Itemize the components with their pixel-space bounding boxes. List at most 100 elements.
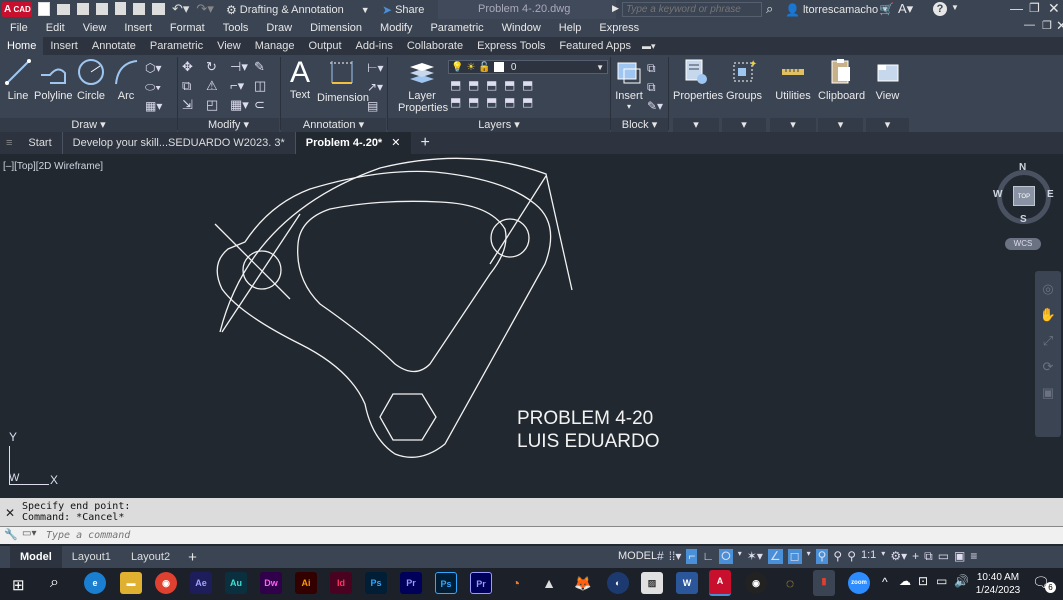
ortho-icon[interactable]: ∟ [702, 549, 714, 564]
user-account[interactable]: 👤 ltorrescamacho ▼ [785, 2, 889, 17]
offset-icon[interactable]: ⊂ [254, 97, 278, 113]
zoom-extents-icon[interactable]: ⤢ [1043, 333, 1053, 349]
menu-parametric[interactable]: Parametric [420, 22, 491, 34]
layer-tool-9-icon[interactable]: ⬒ [504, 95, 522, 109]
photos-icon[interactable]: ▨ [641, 572, 663, 594]
scale-dropdown-icon[interactable]: ▾ [881, 549, 885, 564]
trim-icon[interactable]: ⊣▾ [230, 59, 254, 75]
add-layout-icon[interactable]: + [180, 549, 205, 566]
doc-close-icon[interactable]: ✕ [1046, 18, 1063, 34]
compass-east[interactable]: E [1047, 189, 1054, 200]
zoom-icon[interactable]: zoom [848, 572, 870, 594]
menu-hamburger-icon[interactable]: ≡ [0, 137, 18, 149]
menu-express[interactable]: Express [589, 22, 647, 34]
close-tab-icon[interactable]: ✕ [391, 137, 400, 149]
network-icon[interactable]: ▭ [936, 574, 947, 588]
clipboard-expand-icon[interactable]: ▾ [818, 118, 863, 132]
command-input[interactable] [46, 528, 1046, 543]
autoscale-icon[interactable]: ⚲ [833, 549, 842, 564]
indesign-icon[interactable]: Id [330, 572, 352, 594]
compass-north[interactable]: N [1019, 162, 1026, 173]
menu-file[interactable]: File [0, 22, 36, 34]
clipboard-panel[interactable]: Clipboard ▾ [818, 55, 865, 132]
polygon-icon[interactable]: ⬡▾ [145, 59, 175, 78]
illustrator-icon[interactable]: Ai [295, 572, 317, 594]
block-attributes-icon[interactable]: ✎▾ [647, 97, 663, 116]
app-running-icon[interactable]: ▮ [813, 570, 835, 596]
app-logo[interactable]: A CAD [2, 2, 32, 17]
draw-panel-title[interactable]: Draw ▾ [0, 118, 177, 132]
open-icon[interactable] [57, 4, 70, 15]
menu-dimension[interactable]: Dimension [300, 22, 370, 34]
annotation-scale-value[interactable]: 1:1 [861, 549, 876, 564]
hardware-accel-icon[interactable]: ▭ [938, 549, 949, 564]
create-block-icon[interactable]: ⧉ [647, 59, 663, 78]
tab-output[interactable]: Output [302, 40, 349, 52]
after-effects-icon[interactable]: Ae [190, 572, 212, 594]
tab-start[interactable]: Start [18, 132, 63, 154]
new-tab-icon[interactable]: + [411, 134, 440, 152]
tab-addins[interactable]: Add-ins [349, 40, 400, 52]
groups-expand-icon[interactable]: ▾ [722, 118, 766, 132]
audition-icon[interactable]: Au [225, 572, 247, 594]
windows-start-icon[interactable]: ⊞ [12, 576, 25, 594]
layer-tool-10-icon[interactable]: ⬒ [522, 95, 540, 109]
text-tool[interactable]: A Text [287, 57, 313, 102]
utilities-panel[interactable]: Utilities ▾ [770, 55, 816, 132]
clock[interactable]: 10:40 AM 1/24/2023 [972, 571, 1024, 597]
properties-expand-icon[interactable]: ▾ [673, 118, 719, 132]
layers-panel-title[interactable]: Layers ▾ [388, 118, 610, 132]
rotate-icon[interactable]: ↻ [206, 59, 230, 75]
snap-icon[interactable]: ⁞⁞▾ [669, 549, 682, 564]
cinema4d-icon[interactable]: ◐ [607, 572, 629, 594]
tab-develop-skills[interactable]: Develop your skill...SEDUARDO W2023. 3* [63, 132, 296, 154]
crosshair-icon[interactable]: + [912, 549, 919, 564]
menu-modify[interactable]: Modify [370, 22, 420, 34]
isodraft-icon[interactable]: ✶▾ [747, 549, 763, 564]
help-icon[interactable]: ? [933, 2, 947, 16]
autocad-taskbar-icon[interactable]: A [709, 570, 731, 596]
help-dropdown-icon[interactable]: ▼ [951, 3, 959, 12]
infer-icon[interactable]: ⌐ [686, 549, 698, 564]
explode-icon[interactable]: ◫ [254, 78, 278, 94]
customization-icon[interactable]: ≡ [970, 549, 977, 564]
recent-commands-icon[interactable]: ▭▾ [22, 528, 36, 539]
tab-featured-apps[interactable]: Featured Apps [552, 40, 638, 52]
premiere-2-icon[interactable]: Pr [470, 572, 492, 594]
customize-icon[interactable]: 🔧 [4, 528, 18, 541]
compass-west[interactable]: W [993, 189, 1002, 200]
save-icon[interactable] [77, 3, 89, 15]
compass-south[interactable]: S [1020, 214, 1027, 225]
grid-icon[interactable]: # [657, 549, 664, 564]
menu-insert[interactable]: Insert [114, 22, 160, 34]
tab-model[interactable]: Model [10, 546, 62, 568]
menu-draw[interactable]: Draw [256, 22, 300, 34]
search-input[interactable] [622, 2, 762, 17]
tab-express-tools[interactable]: Express Tools [470, 40, 552, 52]
gimp-icon[interactable]: 🦊 [572, 572, 594, 594]
view-expand-icon[interactable]: ▾ [866, 118, 909, 132]
plot-icon[interactable] [152, 3, 165, 15]
properties-tool[interactable]: Properties [673, 57, 723, 102]
tab-problem-4-20[interactable]: Problem 4-.20* ✕ [295, 132, 411, 154]
show-hidden-icons[interactable]: ^ [882, 575, 888, 589]
onedrive-icon[interactable]: ☁ [899, 574, 911, 588]
word-icon[interactable]: W [676, 572, 698, 594]
object-snap-tracking-icon[interactable]: ∠ [767, 549, 783, 564]
erase-icon[interactable]: ✎ [254, 59, 278, 75]
utilities-tool[interactable]: Utilities [770, 57, 816, 102]
leader-icon[interactable]: ⊢▾ [367, 59, 383, 78]
undo-icon[interactable]: ↶▾ [172, 2, 189, 17]
tab-collaborate[interactable]: Collaborate [400, 40, 470, 52]
tab-layout2[interactable]: Layout2 [121, 546, 180, 568]
tab-insert[interactable]: Insert [43, 40, 85, 52]
browser-icon[interactable]: ◌ [779, 572, 801, 594]
tab-layout1[interactable]: Layout1 [62, 546, 121, 568]
layer-tool-6-icon[interactable]: ⬒ [450, 95, 468, 109]
arc-tool[interactable]: Arc [112, 57, 140, 102]
new-icon[interactable] [38, 2, 50, 16]
annotation-scale-icon[interactable]: ⚲ [847, 549, 856, 564]
copy-icon[interactable]: ⧉ [182, 78, 206, 94]
scale-icon[interactable]: ◰ [206, 97, 230, 113]
fillet-icon[interactable]: ⌐▾ [230, 78, 254, 94]
